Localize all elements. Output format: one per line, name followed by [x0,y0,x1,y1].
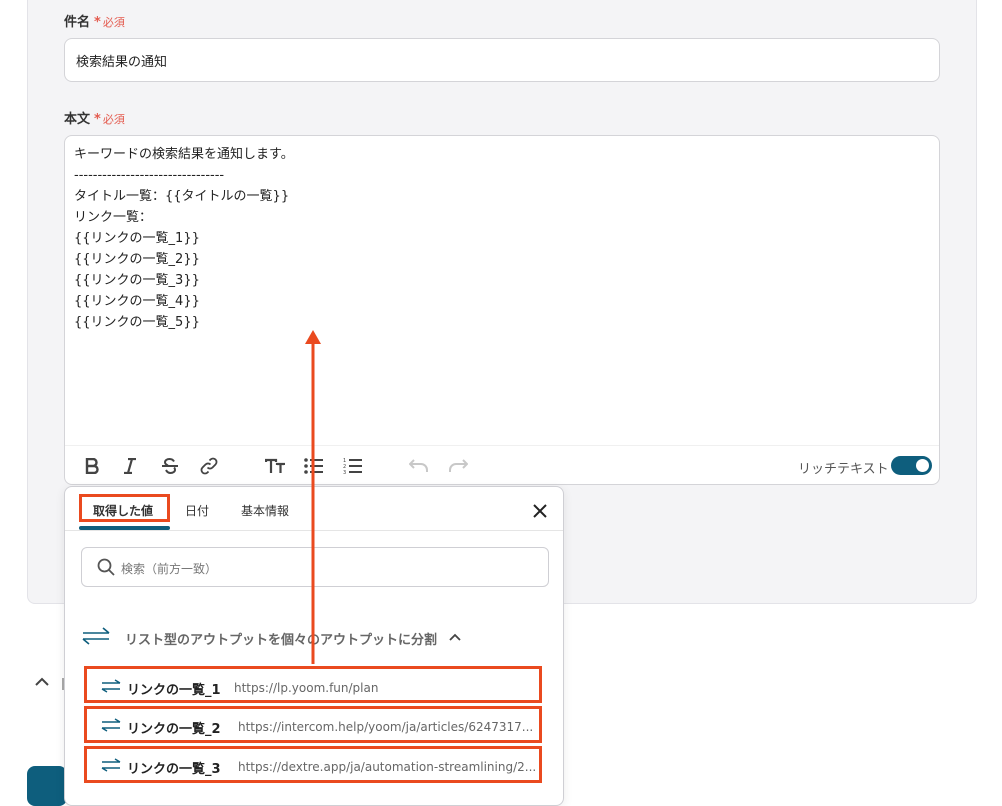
annotation-arrow [305,330,321,664]
